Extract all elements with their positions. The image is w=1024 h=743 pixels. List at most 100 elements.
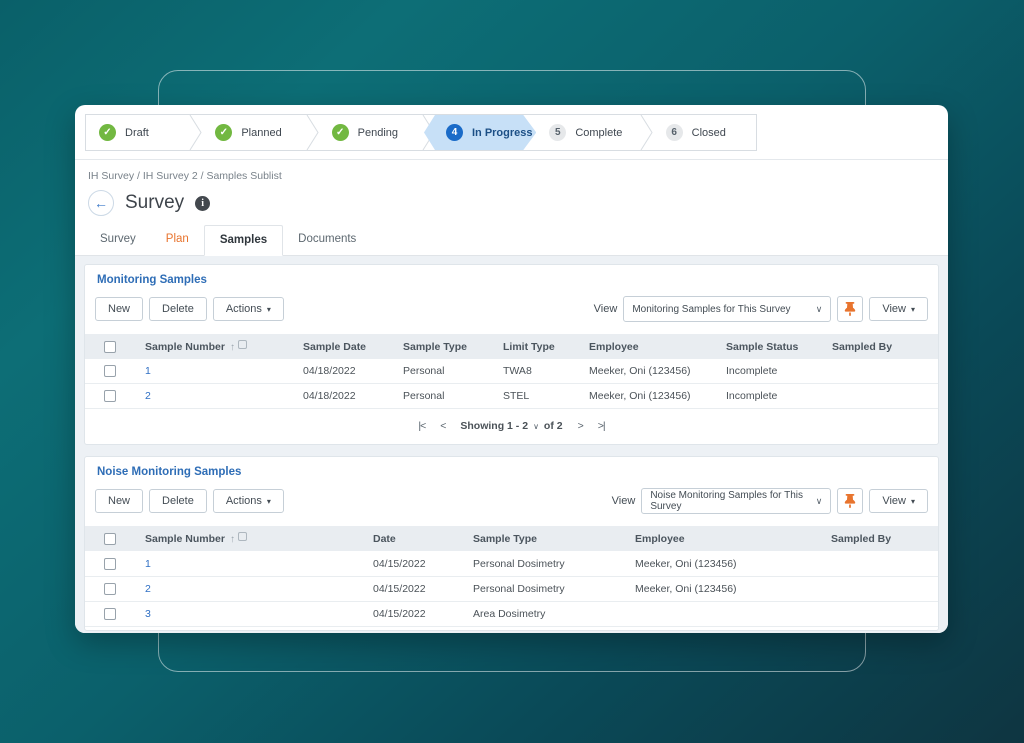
cell-date: 04/15/2022 [373,607,426,620]
showing-range: Showing 1 - 2 [460,420,529,433]
new-button[interactable]: New [95,489,144,514]
column-header-sample-number[interactable]: Sample Number ↑ [135,526,363,551]
check-icon: ✓ [99,124,116,141]
header-checkbox-cell [85,334,135,359]
step-number-badge: 5 [549,124,567,141]
toolbar-right: View Monitoring Samples for This Survey … [594,296,928,322]
stepper: ✓ Draft ✓ Planned ✓ Pending 4 In Progress 5 Compl… [85,114,757,151]
toolbar: New Delete Actions ▾ View Noise Monitori… [85,487,938,526]
tab-samples[interactable]: Samples [203,225,284,256]
column-header-sample-date[interactable]: Sample Date [293,334,393,359]
section-title: Noise Monitoring Samples [97,466,242,479]
chevron-down-icon: ∨ [815,495,823,506]
cell-sample-status: Incomplete [726,390,778,403]
row-checkbox[interactable] [104,557,116,570]
table-header-row: Sample Number ↑ Date Sample Type Employee Sam… [85,526,938,552]
step-planned: ✓ Planned [202,115,305,150]
view-select[interactable]: Monitoring Samples for This Survey ∨ [623,296,832,322]
monitoring-samples-section: Monitoring Samples New Delete Actions ▾ … [84,264,939,446]
info-icon[interactable]: i [195,195,211,211]
column-header-sampled-by[interactable]: Sampled By [822,334,938,359]
step-separator-chevron [640,115,653,150]
row-checkbox[interactable] [104,390,116,403]
page-title: Survey [125,192,185,213]
column-header-limit-type[interactable]: Limit Type [493,334,579,359]
monitoring-samples-table: Sample Number ↑ Sample Date Sample Type Limi… [85,334,938,409]
cell-date: 04/15/2022 [373,557,426,570]
table-row: 3 04/15/2022 Area Dosimetry [85,601,938,627]
row-checkbox-cell [85,551,135,576]
row-checkbox[interactable] [104,365,116,378]
delete-button[interactable]: Delete [149,489,207,514]
new-button[interactable]: New [95,297,144,321]
column-header-sample-type[interactable]: Sample Type [463,526,625,551]
title-row: ← Survey i [75,184,948,225]
column-header-date[interactable]: Date [363,526,463,551]
toolbar-right: View Noise Monitoring Samples for This S… [612,488,928,515]
column-header-employee[interactable]: Employee [579,334,716,359]
column-header-employee[interactable]: Employee [625,526,821,551]
workflow-stepper-bar: ✓ Draft ✓ Planned ✓ Pending 4 In Progress 5 Compl… [75,105,948,160]
actions-button[interactable]: Actions ▾ [212,489,284,514]
select-all-checkbox[interactable] [104,533,116,546]
column-header-sample-status[interactable]: Sample Status [716,334,822,359]
cell-sampled-by [822,384,938,409]
sample-number-link[interactable]: 1 [135,359,293,384]
view-menu-button[interactable]: View ▾ [869,489,928,514]
step-in-progress: 4 In Progress [424,115,536,150]
step-number-badge: 4 [446,124,463,141]
step-draft: ✓ Draft [86,115,189,150]
tab-bar: Survey Plan Samples Documents [75,225,948,256]
caret-down-icon: ▾ [266,496,271,506]
toolbar: New Delete Actions ▾ View Monitoring Sam… [85,295,938,334]
page-size-chevron-icon[interactable]: ∨ [533,422,539,431]
pushpin-icon [845,302,856,316]
tab-survey[interactable]: Survey [85,225,151,255]
select-all-checkbox[interactable] [104,340,116,353]
caret-down-icon: ▾ [910,304,915,314]
view-select[interactable]: Noise Monitoring Samples for This Survey… [641,488,832,515]
cell-employee [625,601,821,626]
step-closed: 6 Closed [653,115,756,150]
next-page-button[interactable]: > [578,420,584,432]
view-menu-button[interactable]: View ▾ [869,297,928,321]
cell-sampled-by [821,551,938,576]
actions-button[interactable]: Actions ▾ [212,297,284,321]
back-button[interactable]: ← [88,190,114,216]
sample-number-link[interactable]: 3 [135,601,363,626]
section-title: Monitoring Samples [97,274,207,286]
prev-page-button[interactable]: < [440,420,446,432]
row-checkbox-cell [85,359,135,384]
row-checkbox-cell [85,384,135,409]
step-separator-chevron [306,115,319,150]
cell-sample-type: Personal [403,365,445,378]
column-header-sampled-by[interactable]: Sampled By [821,526,938,551]
noise-monitoring-samples-table: Sample Number ↑ Date Sample Type Employee Sam… [85,526,938,627]
table-row: 1 04/15/2022 Personal Dosimetry Meeker, Oni… [85,551,938,577]
breadcrumb[interactable]: IH Survey / IH Survey 2 / Samples Sublis… [75,160,948,184]
chevron-down-icon: ∨ [815,303,823,314]
pin-view-button[interactable] [837,296,864,322]
tab-plan[interactable]: Plan [151,225,204,255]
pushpin-icon [845,494,856,509]
cell-sample-date: 04/18/2022 [303,390,356,403]
last-page-button[interactable]: >| [598,420,606,432]
step-label: Closed [691,126,726,139]
step-label: Complete [575,126,623,139]
delete-button[interactable]: Delete [149,297,207,321]
cell-sampled-by [822,359,938,384]
pin-view-button[interactable] [837,488,864,515]
row-checkbox-cell [85,576,135,601]
sample-number-link[interactable]: 2 [135,384,293,409]
caret-down-icon: ▾ [910,496,915,506]
column-header-sample-type[interactable]: Sample Type [393,334,493,359]
sample-number-link[interactable]: 2 [135,576,363,601]
row-checkbox[interactable] [104,582,116,595]
first-page-button[interactable]: |< [418,420,426,432]
row-checkbox[interactable] [104,608,116,621]
main-window: ✓ Draft ✓ Planned ✓ Pending 4 In Progress 5 Compl… [75,105,948,633]
tab-documents[interactable]: Documents [283,225,371,255]
cell-sample-type: Personal Dosimetry [473,557,565,570]
sample-number-link[interactable]: 1 [135,551,363,576]
column-header-sample-number[interactable]: Sample Number ↑ [135,334,293,359]
